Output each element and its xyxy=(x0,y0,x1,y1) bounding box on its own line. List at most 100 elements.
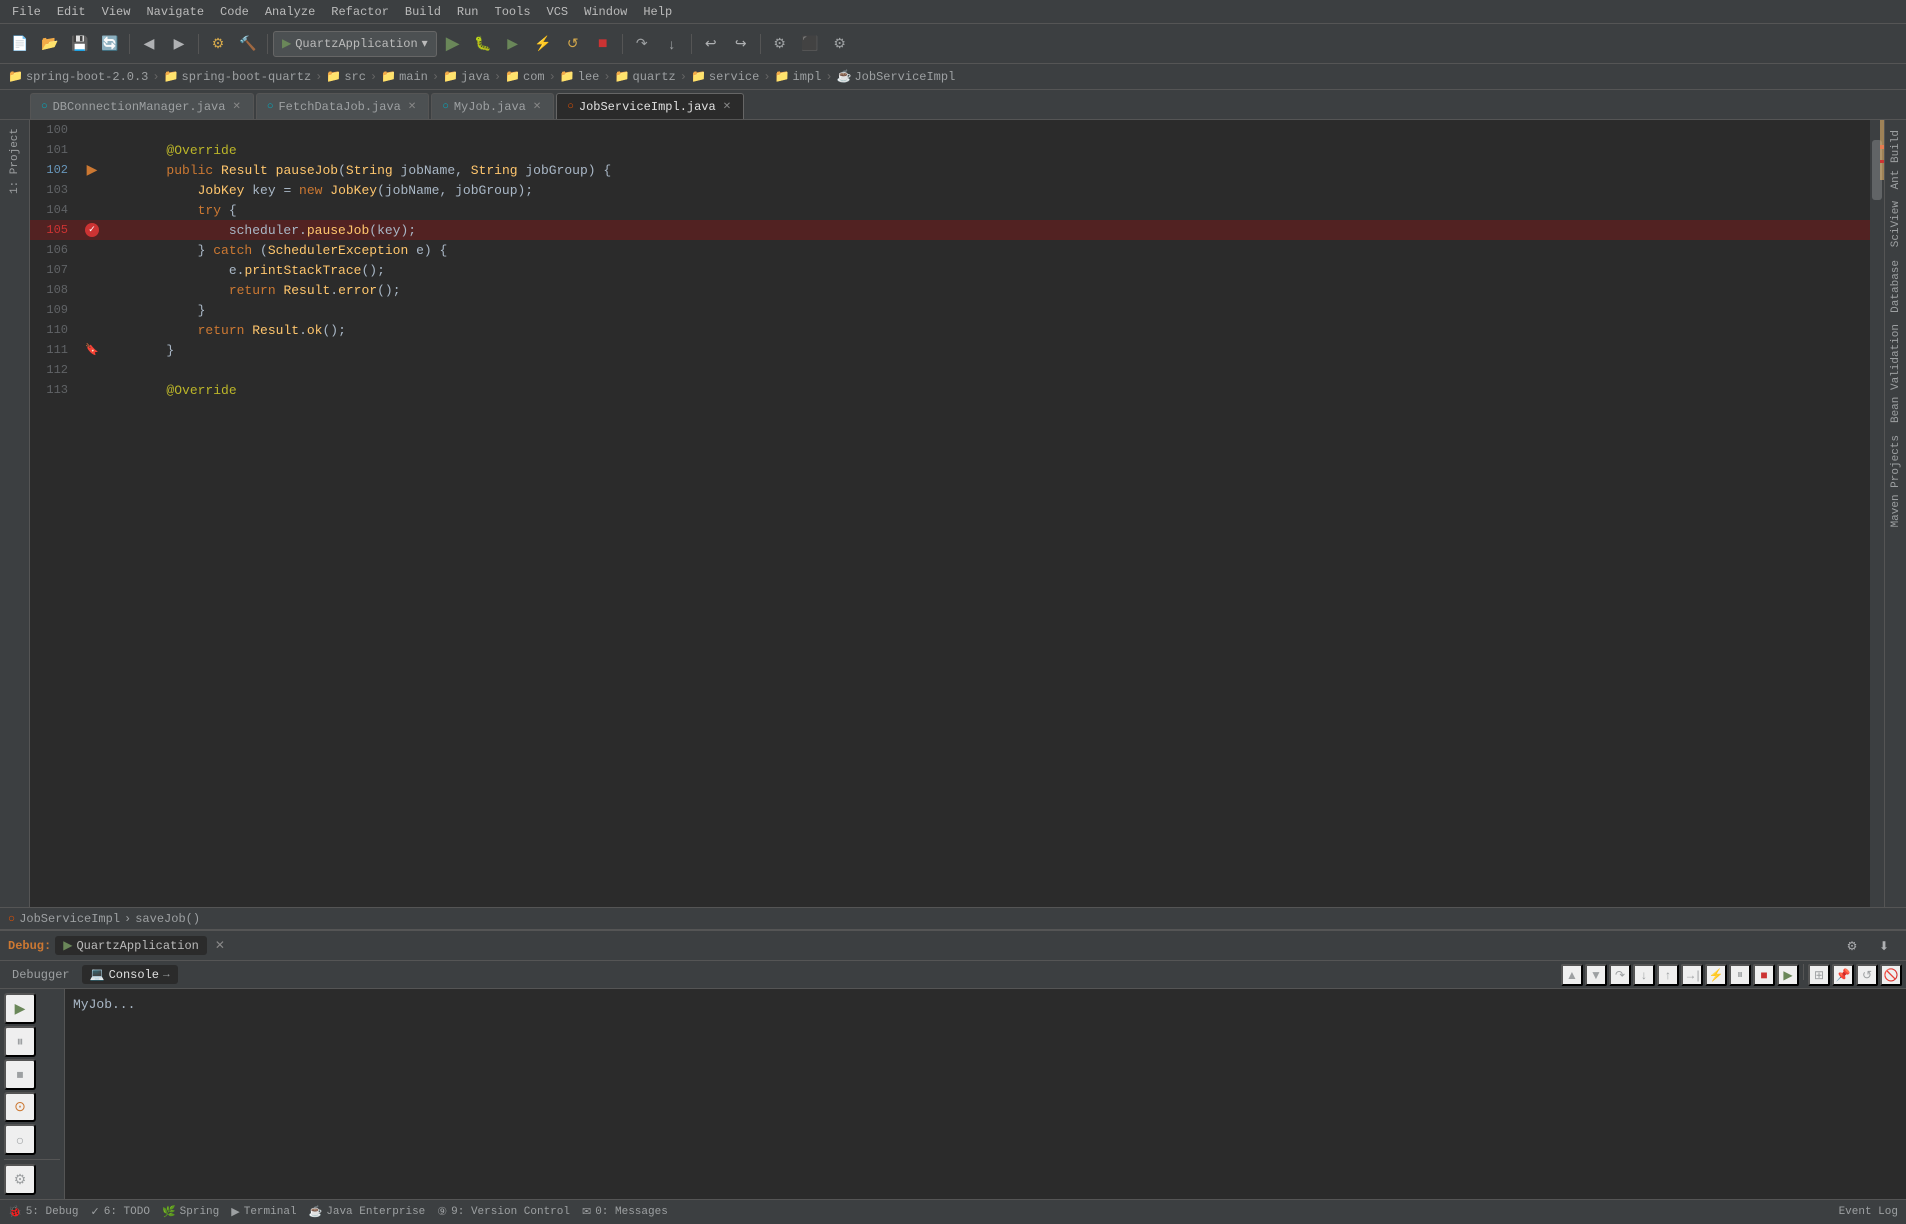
panel-ant-build[interactable]: Ant Build xyxy=(1888,124,1904,195)
bc-main[interactable]: 📁 main xyxy=(381,69,428,84)
panel-bean-validation[interactable]: Bean Validation xyxy=(1888,318,1904,429)
bc-src[interactable]: 📁 src xyxy=(326,69,366,84)
step-out-btn[interactable]: ↑ xyxy=(1657,964,1679,986)
console-tab[interactable]: 💻 Console → xyxy=(82,965,178,984)
menu-navigate[interactable]: Navigate xyxy=(138,5,212,19)
debug-app-tab[interactable]: ▶ QuartzApplication xyxy=(55,936,207,955)
step-over-button[interactable]: ↷ xyxy=(628,30,656,58)
clear-console-btn[interactable]: 🚫 xyxy=(1880,964,1902,986)
editor-bc-icon: ○ xyxy=(8,912,15,926)
coverage-button[interactable]: ▶ xyxy=(499,30,527,58)
run-button[interactable]: ▶ xyxy=(439,30,467,58)
run-config-dropdown[interactable]: ▶ QuartzApplication ▾ xyxy=(273,31,437,57)
menu-vcs[interactable]: VCS xyxy=(539,5,577,19)
sync-button[interactable]: 🔄 xyxy=(96,30,124,58)
build-button[interactable]: ⚙ xyxy=(204,30,232,58)
bc-quartz-project[interactable]: 📁 spring-boot-quartz xyxy=(164,69,312,84)
back-button[interactable]: ◀ xyxy=(135,30,163,58)
menu-code[interactable]: Code xyxy=(212,5,257,19)
debug-button[interactable]: 🐛 xyxy=(469,30,497,58)
open-button[interactable]: 📂 xyxy=(36,30,64,58)
tab-close-jobservice[interactable]: ✕ xyxy=(721,100,733,114)
restore-layout-btn[interactable]: ⊞ xyxy=(1808,964,1830,986)
bc-quartz[interactable]: 📁 quartz xyxy=(615,69,676,84)
stop-button[interactable]: ■ xyxy=(589,30,617,58)
bc-spring-boot[interactable]: 📁 spring-boot-2.0.3 xyxy=(8,69,148,84)
menu-view[interactable]: View xyxy=(94,5,139,19)
menu-file[interactable]: File xyxy=(4,5,49,19)
step-into-button[interactable]: ↓ xyxy=(658,30,686,58)
debugger-tab[interactable]: Debugger xyxy=(4,966,78,984)
evaluate-btn[interactable]: ⚡ xyxy=(1705,964,1727,986)
undo-button[interactable]: ↩ xyxy=(697,30,725,58)
scroll-up-btn[interactable]: ▲ xyxy=(1561,964,1583,986)
settings-debug-btn[interactable]: ⚙ xyxy=(4,1164,36,1195)
terminal-button[interactable]: ⬛ xyxy=(796,30,824,58)
debug-close-btn[interactable]: ✕ xyxy=(215,938,225,953)
code-editor[interactable]: 100 101 @Override 102 ▶ xyxy=(30,120,1884,907)
suspend-btn[interactable]: ⏸ xyxy=(1729,964,1751,986)
step-over-btn[interactable]: ↷ xyxy=(1609,964,1631,986)
tab-jobserviceimpl[interactable]: ○ JobServiceImpl.java ✕ xyxy=(556,93,744,119)
event-log[interactable]: Event Log xyxy=(1839,1206,1898,1218)
editor-bc-method[interactable]: saveJob() xyxy=(135,912,200,926)
tab-fetchdata[interactable]: ○ FetchDataJob.java ✕ xyxy=(256,93,429,119)
status-enterprise[interactable]: ☕ Java Enterprise xyxy=(309,1205,426,1219)
reload-button[interactable]: ↺ xyxy=(559,30,587,58)
debug-minimize-btn[interactable]: ⬇ xyxy=(1870,932,1898,960)
gradle-button[interactable]: ⚙ xyxy=(766,30,794,58)
panel-database[interactable]: Database xyxy=(1888,254,1904,319)
forward-button[interactable]: ▶ xyxy=(165,30,193,58)
save-all-button[interactable]: 💾 xyxy=(66,30,94,58)
menu-analyze[interactable]: Analyze xyxy=(257,5,323,19)
menu-edit[interactable]: Edit xyxy=(49,5,94,19)
stop-all-btn[interactable]: ⏹ xyxy=(4,1059,36,1090)
bc-com[interactable]: 📁 com xyxy=(505,69,545,84)
settings-button[interactable]: ⚙ xyxy=(826,30,854,58)
bc-lee[interactable]: 📁 lee xyxy=(560,69,600,84)
bc-service[interactable]: 📁 service xyxy=(691,69,759,84)
stop-debug-btn[interactable]: ■ xyxy=(1753,964,1775,986)
tab-close-db[interactable]: ✕ xyxy=(230,100,242,114)
menu-run[interactable]: Run xyxy=(449,5,487,19)
run-to-cursor-btn[interactable]: →| xyxy=(1681,964,1703,986)
sidebar-project-label[interactable]: 1: Project xyxy=(7,124,23,198)
bc-jobserviceimpl[interactable]: ☕ JobServiceImpl xyxy=(837,69,956,84)
view-breakpoints-btn[interactable]: ⊙ xyxy=(4,1092,36,1123)
status-spring[interactable]: 🌿 Spring xyxy=(162,1205,219,1219)
tab-close-fetch[interactable]: ✕ xyxy=(406,100,418,114)
resume-btn[interactable]: ▶ xyxy=(1777,964,1799,986)
step-into-btn[interactable]: ↓ xyxy=(1633,964,1655,986)
panel-maven[interactable]: Maven Projects xyxy=(1888,429,1904,533)
panel-sciview[interactable]: SciView xyxy=(1888,195,1904,253)
code-line-102: 102 ▶ public Result pauseJob(String jobN… xyxy=(30,160,1884,180)
bc-impl[interactable]: 📁 impl xyxy=(775,69,822,84)
menu-build[interactable]: Build xyxy=(397,5,449,19)
editor-bc-class[interactable]: JobServiceImpl xyxy=(19,912,120,926)
tab-myjob[interactable]: ○ MyJob.java ✕ xyxy=(431,93,554,119)
refresh-console-btn[interactable]: ↺ xyxy=(1856,964,1878,986)
tab-close-myjob[interactable]: ✕ xyxy=(531,100,543,114)
menu-refactor[interactable]: Refactor xyxy=(323,5,397,19)
mute-breakpoints-btn[interactable]: ○ xyxy=(4,1124,36,1155)
debug-settings-btn[interactable]: ⚙ xyxy=(1838,932,1866,960)
pin-btn[interactable]: 📌 xyxy=(1832,964,1854,986)
tab-dbconnection[interactable]: ○ DBConnectionManager.java ✕ xyxy=(30,93,254,119)
status-terminal[interactable]: ▶ Terminal xyxy=(231,1205,296,1219)
new-file-button[interactable]: 📄 xyxy=(6,30,34,58)
profile-button[interactable]: ⚡ xyxy=(529,30,557,58)
build-project-button[interactable]: 🔨 xyxy=(234,30,262,58)
status-debug[interactable]: 🐞 5: Debug xyxy=(8,1205,79,1219)
scrollbar[interactable] xyxy=(1870,120,1884,907)
redo-button[interactable]: ↪ xyxy=(727,30,755,58)
resume-debug-btn[interactable]: ▶ xyxy=(4,993,36,1024)
menu-tools[interactable]: Tools xyxy=(487,5,539,19)
status-todo[interactable]: ✓ 6: TODO xyxy=(91,1205,150,1219)
status-messages[interactable]: ✉ 0: Messages xyxy=(582,1205,668,1219)
menu-window[interactable]: Window xyxy=(576,5,635,19)
pause-debug-btn[interactable]: ⏸ xyxy=(4,1026,36,1057)
bc-java[interactable]: 📁 java xyxy=(443,69,490,84)
status-vcs[interactable]: ⑨ 9: Version Control xyxy=(437,1205,570,1219)
scroll-down-btn[interactable]: ▼ xyxy=(1585,964,1607,986)
menu-help[interactable]: Help xyxy=(635,5,680,19)
